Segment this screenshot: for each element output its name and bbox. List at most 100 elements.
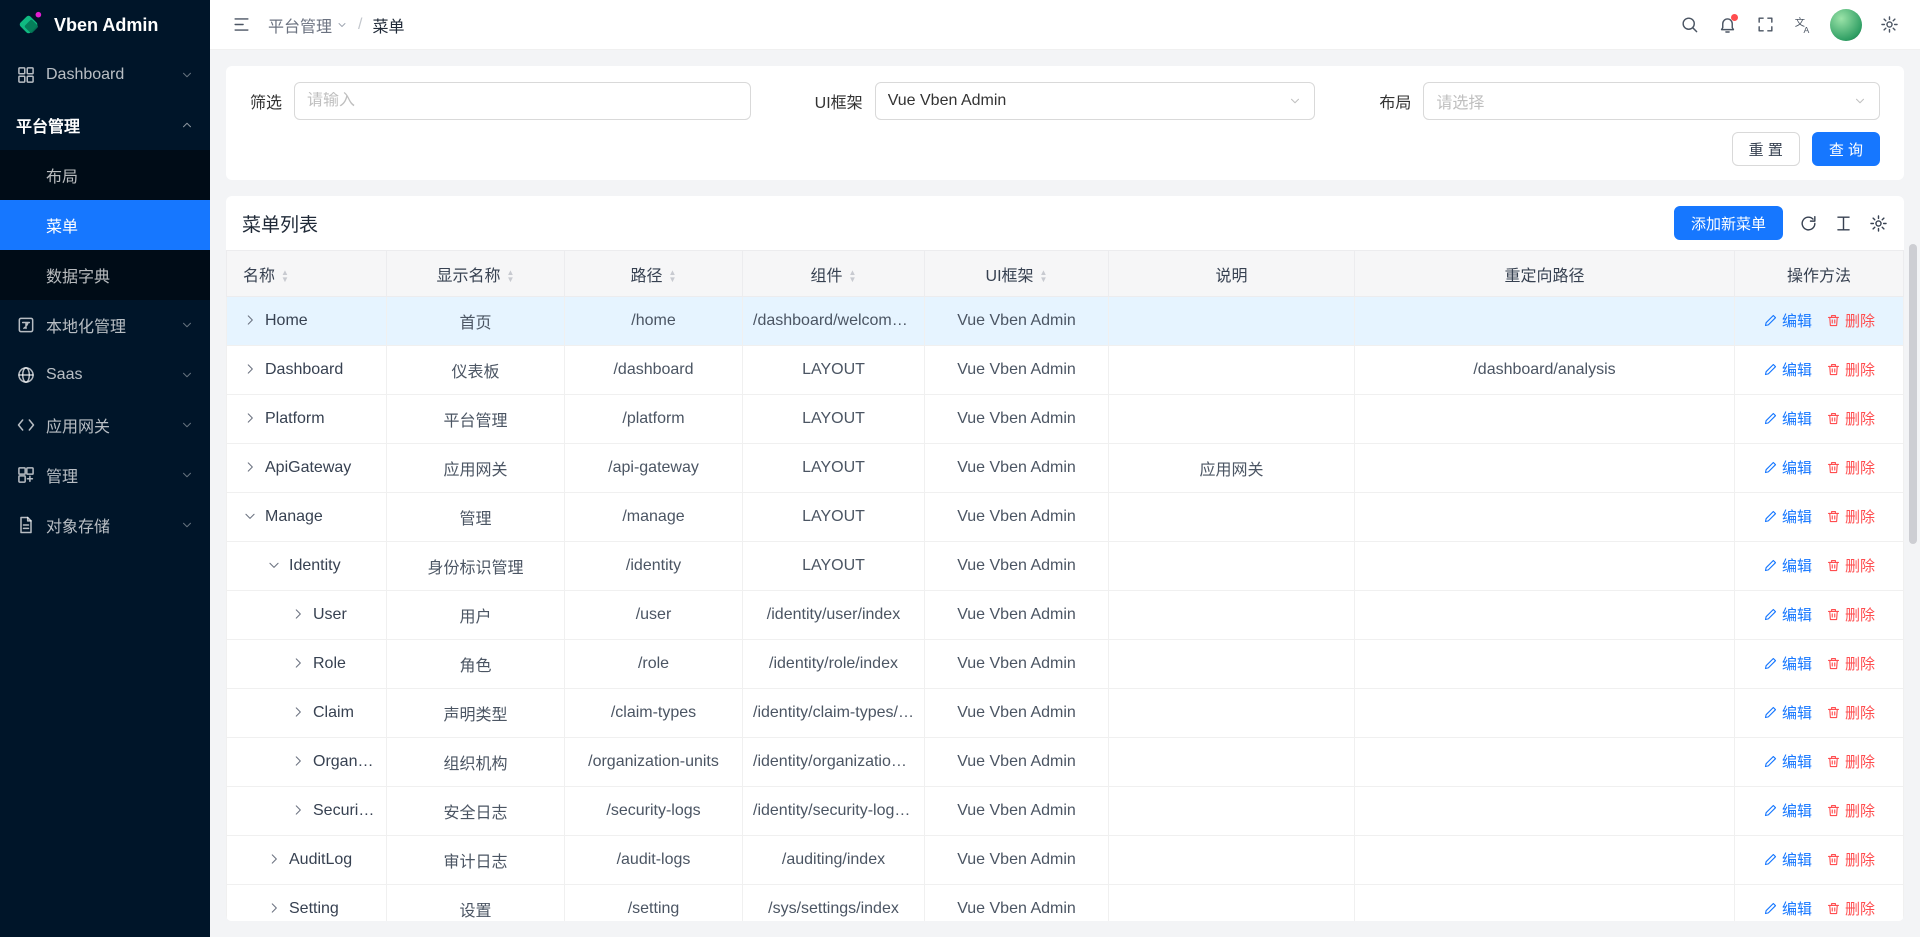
table-maximize-icon[interactable] [1834,214,1853,233]
table-row[interactable]: AuditLog审计日志/audit-logs/auditing/indexVu… [227,836,1904,885]
delete-button[interactable]: 删除 [1826,310,1875,331]
cell-ui-framework: Vue Vben Admin [925,640,1109,689]
edit-button[interactable]: 编辑 [1763,898,1812,919]
table-row[interactable]: Dashboard仪表板/dashboardLAYOUTVue Vben Adm… [227,346,1904,395]
table-row[interactable]: Home首页/home/dashboard/welcome/in...Vue V… [227,297,1904,346]
sidebar-item-layout[interactable]: 布局 [0,150,210,200]
sort-desc-icon[interactable]: ▼ [1040,276,1048,283]
caret-right-icon[interactable] [243,362,257,376]
sort-desc-icon[interactable]: ▼ [849,276,857,283]
table-row[interactable]: Setting设置/setting/sys/settings/indexVue … [227,885,1904,922]
page-scrollbar[interactable] [1909,0,1918,937]
sort-desc-icon[interactable]: ▼ [507,276,515,283]
edit-button[interactable]: 编辑 [1763,408,1812,429]
sort-icon[interactable]: ▲▼ [849,269,857,283]
sort-icon[interactable]: ▲▼ [669,269,677,283]
delete-button[interactable]: 删除 [1826,408,1875,429]
edit-button[interactable]: 编辑 [1763,359,1812,380]
sidebar-item-dashboard[interactable]: Dashboard [0,50,210,100]
refresh-icon[interactable] [1799,214,1818,233]
sort-desc-icon[interactable]: ▼ [669,276,677,283]
keyword-input[interactable] [294,82,751,120]
delete-button[interactable]: 删除 [1826,457,1875,478]
language-button[interactable]: 文A [1786,8,1820,42]
table-row[interactable]: User用户/user/identity/user/indexVue Vben … [227,591,1904,640]
delete-button[interactable]: 删除 [1826,800,1875,821]
ui-framework-select[interactable]: Vue Vben Admin [875,82,1316,120]
edit-button[interactable]: 编辑 [1763,310,1812,331]
layout-select[interactable]: 请选择 [1423,82,1880,120]
scrollbar-thumb[interactable] [1909,244,1917,544]
search-button[interactable] [1672,8,1706,42]
edit-button[interactable]: 编辑 [1763,604,1812,625]
column-header[interactable]: 路径▲▼ [565,251,743,297]
search-submit-button[interactable]: 查 询 [1812,132,1880,166]
sort-desc-icon[interactable]: ▼ [281,276,289,283]
keyword-input-field[interactable] [307,92,738,110]
delete-button[interactable]: 删除 [1826,506,1875,527]
sidebar-item-object-storage[interactable]: 对象存储 [0,500,210,550]
table-settings-icon[interactable] [1869,214,1888,233]
notifications-button[interactable] [1710,8,1744,42]
delete-button[interactable]: 删除 [1826,653,1875,674]
breadcrumb-parent[interactable]: 平台管理 [268,13,348,37]
sidebar-item-saas[interactable]: Saas [0,350,210,400]
sort-icon[interactable]: ▲▼ [507,269,515,283]
caret-right-icon[interactable] [267,901,281,915]
sidebar-item-manage[interactable]: 管理 [0,450,210,500]
edit-button[interactable]: 编辑 [1763,653,1812,674]
table-row[interactable]: ApiGateway应用网关/api-gatewayLAYOUTVue Vben… [227,444,1904,493]
caret-right-icon[interactable] [291,705,305,719]
edit-button[interactable]: 编辑 [1763,457,1812,478]
caret-right-icon[interactable] [291,656,305,670]
table-row[interactable]: Claim声明类型/claim-types/identity/claim-typ… [227,689,1904,738]
add-menu-button[interactable]: 添加新菜单 [1674,206,1783,240]
sort-icon[interactable]: ▲▼ [1040,269,1048,283]
caret-right-icon[interactable] [243,460,257,474]
delete-button[interactable]: 删除 [1826,849,1875,870]
delete-button[interactable]: 删除 [1826,604,1875,625]
table-row[interactable]: Identity身份标识管理/identityLAYOUTVue Vben Ad… [227,542,1904,591]
caret-right-icon[interactable] [291,803,305,817]
caret-right-icon[interactable] [291,607,305,621]
table-row[interactable]: Security...安全日志/security-logs/identity/s… [227,787,1904,836]
avatar[interactable] [1830,9,1862,41]
column-header[interactable]: 名称▲▼ [227,251,387,297]
delete-button[interactable]: 删除 [1826,555,1875,576]
table-row[interactable]: Manage管理/manageLAYOUTVue Vben Admin编辑删除 [227,493,1904,542]
column-header[interactable]: 组件▲▼ [743,251,925,297]
table-row[interactable]: Platform平台管理/platformLAYOUTVue Vben Admi… [227,395,1904,444]
delete-button[interactable]: 删除 [1826,898,1875,919]
sidebar-collapse-button[interactable] [224,8,258,42]
delete-button[interactable]: 删除 [1826,702,1875,723]
delete-button[interactable]: 删除 [1826,751,1875,772]
edit-button[interactable]: 编辑 [1763,849,1812,870]
table-row[interactable]: Role角色/role/identity/role/indexVue Vben … [227,640,1904,689]
settings-button[interactable] [1872,8,1906,42]
column-header[interactable]: UI框架▲▼ [925,251,1109,297]
sidebar-item-platform-management[interactable]: 平台管理 [0,100,210,150]
delete-button[interactable]: 删除 [1826,359,1875,380]
sidebar-item-data-dictionary[interactable]: 数据字典 [0,250,210,300]
logo[interactable]: Vben Admin [0,0,210,50]
caret-right-icon[interactable] [291,754,305,768]
caret-down-icon[interactable] [243,509,257,523]
column-header[interactable]: 显示名称▲▼ [387,251,565,297]
reset-button[interactable]: 重 置 [1732,132,1800,166]
edit-button[interactable]: 编辑 [1763,506,1812,527]
cell-redirect [1355,640,1735,689]
caret-right-icon[interactable] [243,411,257,425]
caret-right-icon[interactable] [243,313,257,327]
sidebar-item-localization[interactable]: 本地化管理 [0,300,210,350]
edit-button[interactable]: 编辑 [1763,800,1812,821]
edit-button[interactable]: 编辑 [1763,555,1812,576]
edit-button[interactable]: 编辑 [1763,702,1812,723]
fullscreen-button[interactable] [1748,8,1782,42]
edit-button[interactable]: 编辑 [1763,751,1812,772]
sidebar-item-api-gateway[interactable]: 应用网关 [0,400,210,450]
sort-icon[interactable]: ▲▼ [281,269,289,283]
caret-right-icon[interactable] [267,852,281,866]
caret-down-icon[interactable] [267,558,281,572]
sidebar-item-menu[interactable]: 菜单 [0,200,210,250]
table-row[interactable]: Organiz...组织机构/organization-units/identi… [227,738,1904,787]
